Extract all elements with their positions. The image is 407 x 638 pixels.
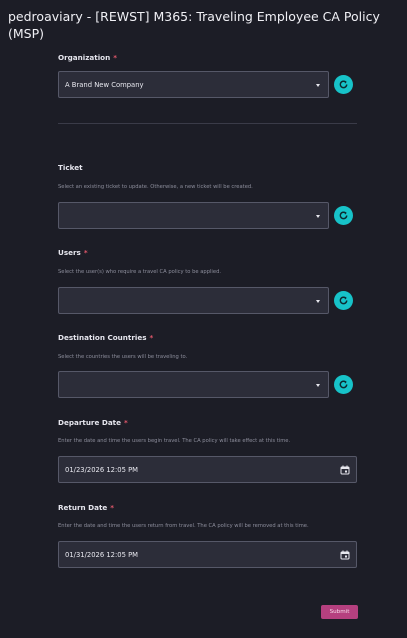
departure-date-label-text: Departure Date [58, 418, 121, 427]
required-marker: * [113, 53, 117, 62]
calendar-icon[interactable] [340, 550, 350, 560]
required-marker: * [123, 418, 128, 427]
departure-date-input[interactable]: 01/23/2026 12:05 PM [58, 456, 357, 483]
required-marker: * [149, 333, 154, 342]
organization-select[interactable]: A Brand New Company [58, 71, 329, 98]
refresh-icon [339, 211, 348, 220]
destination-countries-help-text: Select the countries the users will be t… [58, 354, 188, 360]
users-help-text: Select the user(s) who require a travel … [58, 269, 222, 275]
return-date-label: Return Date * [58, 503, 114, 512]
chevron-down-icon [316, 384, 320, 387]
return-date-value: 01/31/2026 12:05 PM [65, 551, 139, 559]
section-divider [58, 123, 357, 124]
destination-countries-label-text: Destination Countries [58, 333, 147, 342]
organization-label: Organization * [58, 53, 117, 62]
users-label: Users * [58, 248, 88, 257]
chevron-down-icon [316, 84, 320, 87]
ticket-label: Ticket [58, 163, 83, 172]
return-date-input[interactable]: 01/31/2026 12:05 PM [58, 541, 357, 568]
destination-countries-refresh-button[interactable] [334, 375, 353, 394]
return-date-help-text: Enter the date and time the users return… [58, 523, 309, 529]
chevron-down-icon [316, 215, 320, 218]
refresh-icon [339, 296, 348, 305]
submit-button[interactable]: Submit [321, 605, 358, 619]
ticket-help-text: Select an existing ticket to update. Oth… [58, 184, 253, 190]
ticket-label-text: Ticket [58, 163, 83, 172]
destination-countries-label: Destination Countries * [58, 333, 153, 342]
organization-label-text: Organization [58, 53, 111, 62]
ticket-refresh-button[interactable] [334, 206, 353, 225]
departure-date-help-text: Enter the date and time the users begin … [58, 438, 291, 444]
users-refresh-button[interactable] [334, 291, 353, 310]
destination-countries-select[interactable] [58, 371, 329, 398]
organization-refresh-button[interactable] [334, 75, 353, 94]
departure-date-label: Departure Date * [58, 418, 128, 427]
required-marker: * [110, 503, 115, 512]
return-date-label-text: Return Date [58, 503, 108, 512]
users-label-text: Users [58, 248, 81, 257]
users-select[interactable] [58, 287, 329, 314]
ticket-select[interactable] [58, 202, 329, 229]
departure-date-value: 01/23/2026 12:05 PM [65, 466, 139, 474]
refresh-icon [339, 80, 348, 89]
calendar-icon[interactable] [340, 465, 350, 475]
page-title: pedroaviary - [REWST] M365: Traveling Em… [8, 9, 380, 41]
organization-value: A Brand New Company [65, 81, 144, 89]
required-marker: * [83, 248, 88, 257]
chevron-down-icon [316, 300, 320, 303]
refresh-icon [339, 380, 348, 389]
